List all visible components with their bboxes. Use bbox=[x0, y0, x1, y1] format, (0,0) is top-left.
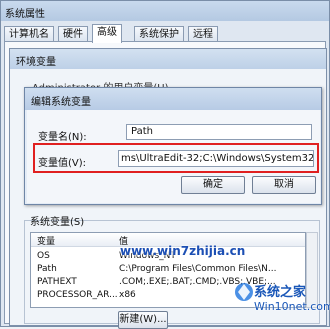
environment-variables-titlebar: 环境变量 bbox=[10, 49, 326, 69]
row-variable-name: OS bbox=[37, 251, 50, 261]
dialog-title: 编辑系统变量 bbox=[31, 97, 91, 108]
row-variable-name: PROCESSOR_AR... bbox=[37, 290, 118, 300]
row-variable-name: PATHEXT bbox=[37, 277, 77, 287]
tab-system-protection[interactable]: 系统保护 bbox=[134, 26, 184, 42]
watermark-domain-text: Win10net.com bbox=[254, 300, 330, 313]
window-title: 系统属性 bbox=[5, 9, 45, 20]
cancel-button[interactable]: 取消 bbox=[252, 176, 316, 194]
tab-computer-name[interactable]: 计算机名 bbox=[4, 26, 54, 42]
system-variables-label: 系统变量(S) bbox=[30, 217, 85, 228]
tab-strip: 计算机名 硬件 高级 系统保护 远程 bbox=[4, 24, 326, 43]
row-variable-value: C:\Program Files\Common Files\N... bbox=[119, 264, 277, 274]
watermark-brand-text: 系统之家 bbox=[254, 285, 307, 300]
tab-remote[interactable]: 远程 bbox=[188, 26, 218, 42]
highlight-annotation-box bbox=[33, 143, 319, 173]
row-variable-value: x86 bbox=[119, 290, 136, 300]
env-window-title: 环境变量 bbox=[16, 57, 56, 68]
column-header-variable[interactable]: 变量 bbox=[37, 234, 55, 247]
watermark-site-text: www.win7zhijia.cn bbox=[120, 244, 246, 258]
table-row[interactable]: Path C:\Program Files\Common Files\N... bbox=[31, 264, 305, 276]
tab-advanced[interactable]: 高级 bbox=[92, 24, 122, 43]
dialog-titlebar: 编辑系统变量 bbox=[25, 88, 321, 110]
new-variable-button[interactable]: 新建(W)... bbox=[118, 311, 168, 329]
row-variable-name: Path bbox=[37, 264, 57, 274]
ok-button[interactable]: 确定 bbox=[181, 176, 245, 194]
variable-name-input[interactable]: Path bbox=[126, 124, 312, 140]
tab-hardware[interactable]: 硬件 bbox=[58, 26, 88, 42]
variable-name-label: 变量名(N): bbox=[38, 132, 87, 143]
system-properties-titlebar: 系统属性 bbox=[1, 1, 329, 21]
